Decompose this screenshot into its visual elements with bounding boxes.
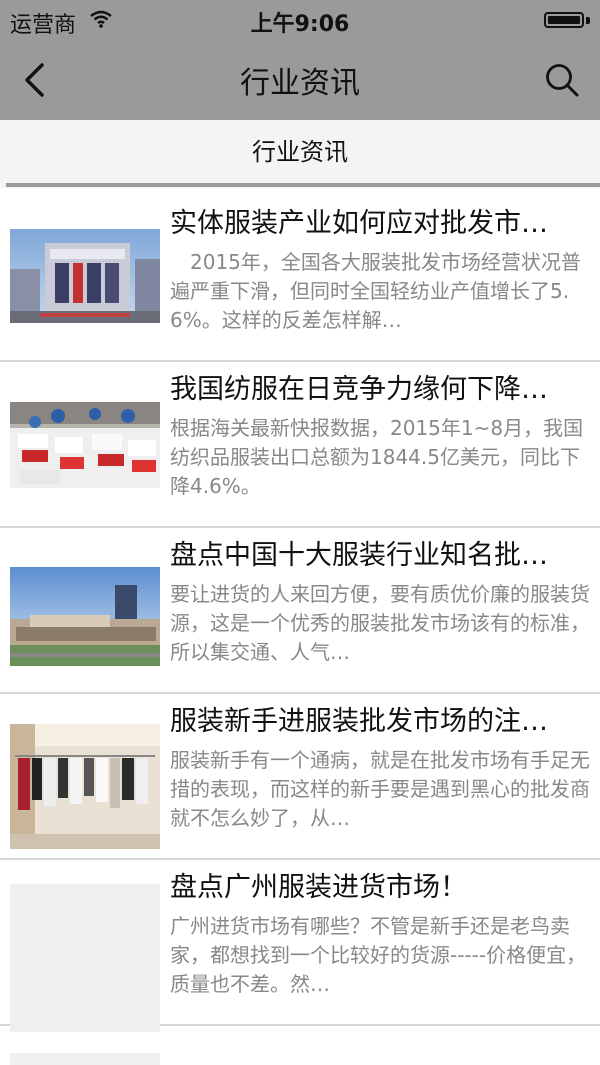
list-item[interactable]: 盘点广州服装进货市场！ 广州进货市场有哪些？不管是新手还是老鸟卖家，都想找到一个…	[0, 860, 600, 1032]
page-title: 行业资讯	[240, 66, 360, 101]
article-thumbnail-market-complex	[10, 567, 160, 666]
article-title: 盘点中国十大服装行业知名批…	[170, 540, 548, 571]
article-summary: 广州进货市场有哪些？不管是新手还是老鸟卖家，都想找到一个比较好的货源-----价…	[170, 914, 587, 996]
article-title: 我国纺服在日竞争力缘何下降…	[170, 374, 548, 405]
nav-bar: 行业资讯	[0, 40, 600, 120]
search-icon[interactable]	[544, 62, 580, 98]
article-title: 服装新手进服装批发市场的注…	[170, 706, 548, 737]
next-thumbnail-partial	[10, 1053, 160, 1065]
article-summary: 要让进货的人来回方便，要有质优价廉的服装货源，这是一个优秀的服装批发市场该有的标…	[170, 582, 590, 664]
list-item[interactable]: 实体服装产业如何应对批发市… 2015年，全国各大服装批发市场经营状况普遍严重下…	[0, 196, 600, 362]
article-summary: 服装新手有一个通病，就是在批发市场有手足无措的表现，而这样的新手要是遇到黑心的批…	[170, 748, 590, 830]
clock: 上午9:06	[250, 12, 350, 37]
tab-indicator	[6, 183, 600, 187]
article-title: 实体服装产业如何应对批发市…	[170, 208, 548, 239]
article-thumbnail-placeholder	[10, 884, 160, 1032]
tab-industry-news[interactable]: 行业资讯	[0, 132, 600, 167]
article-thumbnail-building	[10, 229, 160, 323]
article-thumbnail-factory	[10, 402, 160, 488]
battery-cap	[586, 17, 590, 24]
category-tab-bar: 行业资讯	[0, 120, 600, 188]
list-item[interactable]: 我国纺服在日竞争力缘何下降… 根据海关最新快报数据，2015年1~8月，我国纺织…	[0, 362, 600, 528]
article-thumbnail-clothing-rack	[10, 724, 160, 849]
battery-icon	[544, 12, 584, 28]
list-item[interactable]: 盘点中国十大服装行业知名批… 要让进货的人来回方便，要有质优价廉的服装货源，这是…	[0, 528, 600, 694]
article-summary: 根据海关最新快报数据，2015年1~8月，我国纺织品服装出口总额为1844.5亿…	[170, 416, 584, 498]
article-summary: 2015年，全国各大服装批发市场经营状况普遍严重下滑，但同时全国轻纺业产值增长了…	[170, 250, 581, 332]
list-item[interactable]: 服装新手进服装批发市场的注… 服装新手有一个通病，就是在批发市场有手足无措的表现…	[0, 694, 600, 860]
article-title: 盘点广州服装进货市场！	[170, 872, 467, 903]
status-bar: 运营商 上午9:06	[0, 0, 600, 40]
